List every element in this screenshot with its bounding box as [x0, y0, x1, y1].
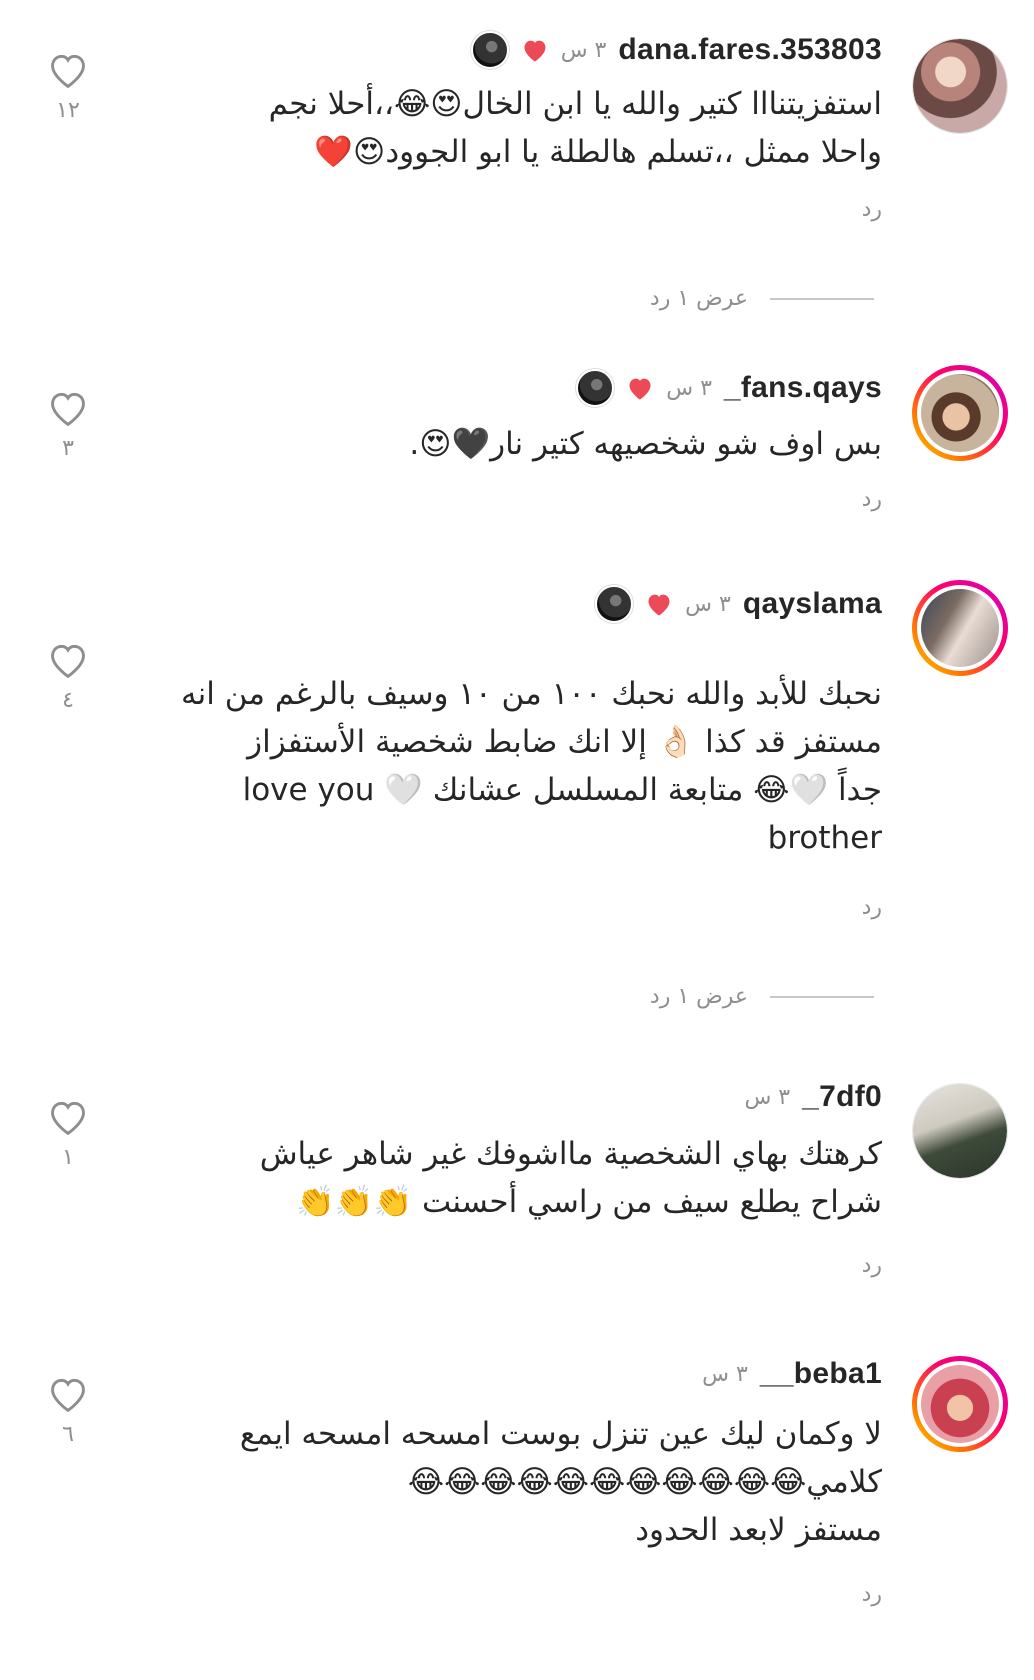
- comment-time: ٣ س: [560, 37, 607, 63]
- avatar-ring: [917, 585, 1003, 671]
- comment-header: ٣ س _fans.qays: [576, 368, 882, 408]
- comment-time: ٣ س: [685, 591, 731, 617]
- author-avatar-icon: [576, 369, 615, 407]
- like-column: ١٢: [40, 50, 96, 123]
- view-replies-button[interactable]: عرض ١ رد: [650, 286, 874, 311]
- comment-time: ٣ س: [744, 1084, 791, 1110]
- avatar[interactable]: [912, 365, 1008, 461]
- avatar-photo: [921, 1365, 999, 1443]
- view-replies-button[interactable]: عرض ١ رد: [650, 984, 874, 1009]
- comment-header: ٣ س _7df0: [744, 1077, 882, 1117]
- comment-username[interactable]: _7df0: [802, 1080, 882, 1114]
- like-column: ٤: [40, 640, 96, 713]
- comment-username[interactable]: dana.fares.353803: [618, 33, 882, 67]
- like-count: ١٢: [56, 98, 80, 123]
- avatar[interactable]: [912, 1083, 1008, 1179]
- avatar-photo: [913, 1084, 1007, 1178]
- author-liked-heart-icon: [524, 40, 546, 62]
- avatar-photo: [913, 39, 1007, 133]
- heart-outline-icon[interactable]: [46, 388, 90, 428]
- heart-outline-icon[interactable]: [46, 1097, 90, 1137]
- reply-button[interactable]: رد: [862, 1582, 882, 1607]
- avatar-ring: [917, 1361, 1003, 1447]
- like-count: ٦: [62, 1422, 74, 1447]
- divider: [770, 995, 874, 998]
- divider: [770, 297, 874, 300]
- heart-outline-icon[interactable]: [46, 1374, 90, 1414]
- comment-text: لا وكمان ليك عين تنزل بوست امسحه امسحه ا…: [239, 1416, 882, 1548]
- like-count: ٣: [62, 436, 74, 461]
- avatar[interactable]: [912, 580, 1008, 676]
- comment-text: بس اوف شو شخصيهه كتير نار🖤😍.: [409, 426, 882, 462]
- view-replies-label[interactable]: عرض ١ رد: [650, 286, 748, 311]
- like-column: ٣: [40, 388, 96, 461]
- like-column: ١: [40, 1097, 96, 1170]
- comment-header: ٣ س qayslama: [595, 584, 882, 624]
- author-liked-heart-icon: [648, 594, 670, 616]
- reply-button[interactable]: رد: [862, 487, 882, 512]
- like-count: ١: [62, 1145, 74, 1170]
- avatar[interactable]: [912, 1356, 1008, 1452]
- heart-outline-icon[interactable]: [46, 640, 90, 680]
- like-count: ٤: [62, 688, 74, 713]
- comment-username[interactable]: qayslama: [743, 587, 882, 621]
- comment-text: استفزيتنااا كتير والله يا ابن الخال😍😂،،أ…: [268, 86, 882, 170]
- avatar-photo: [921, 589, 999, 667]
- comment-time: ٣ س: [666, 375, 712, 401]
- reply-button[interactable]: رد: [862, 1253, 882, 1278]
- reply-button[interactable]: رد: [862, 197, 882, 222]
- comment-text: نحبك للأبد والله نحبك ١٠٠ من ١٠ وسيف بال…: [181, 676, 882, 856]
- comment-time: ٣ س: [702, 1361, 748, 1387]
- author-avatar-icon: [470, 31, 509, 69]
- avatar-ring: [917, 370, 1003, 456]
- comment-header: ٣ س dana.fares.353803: [470, 30, 882, 70]
- reply-button[interactable]: رد: [862, 895, 882, 920]
- comment-text: كرهتك بهاي الشخصية مااشوفك غير شاهر عياش…: [259, 1136, 882, 1220]
- avatar[interactable]: [912, 38, 1008, 134]
- comment-header: ٣ س __beba1: [702, 1354, 882, 1394]
- author-avatar-icon: [595, 585, 634, 623]
- avatar-photo: [921, 374, 999, 452]
- comment-username[interactable]: __beba1: [760, 1357, 882, 1391]
- view-replies-label[interactable]: عرض ١ رد: [650, 984, 748, 1009]
- author-liked-heart-icon: [629, 378, 651, 400]
- like-column: ٦: [40, 1374, 96, 1447]
- comment-username[interactable]: _fans.qays: [724, 371, 882, 405]
- heart-outline-icon[interactable]: [46, 50, 90, 90]
